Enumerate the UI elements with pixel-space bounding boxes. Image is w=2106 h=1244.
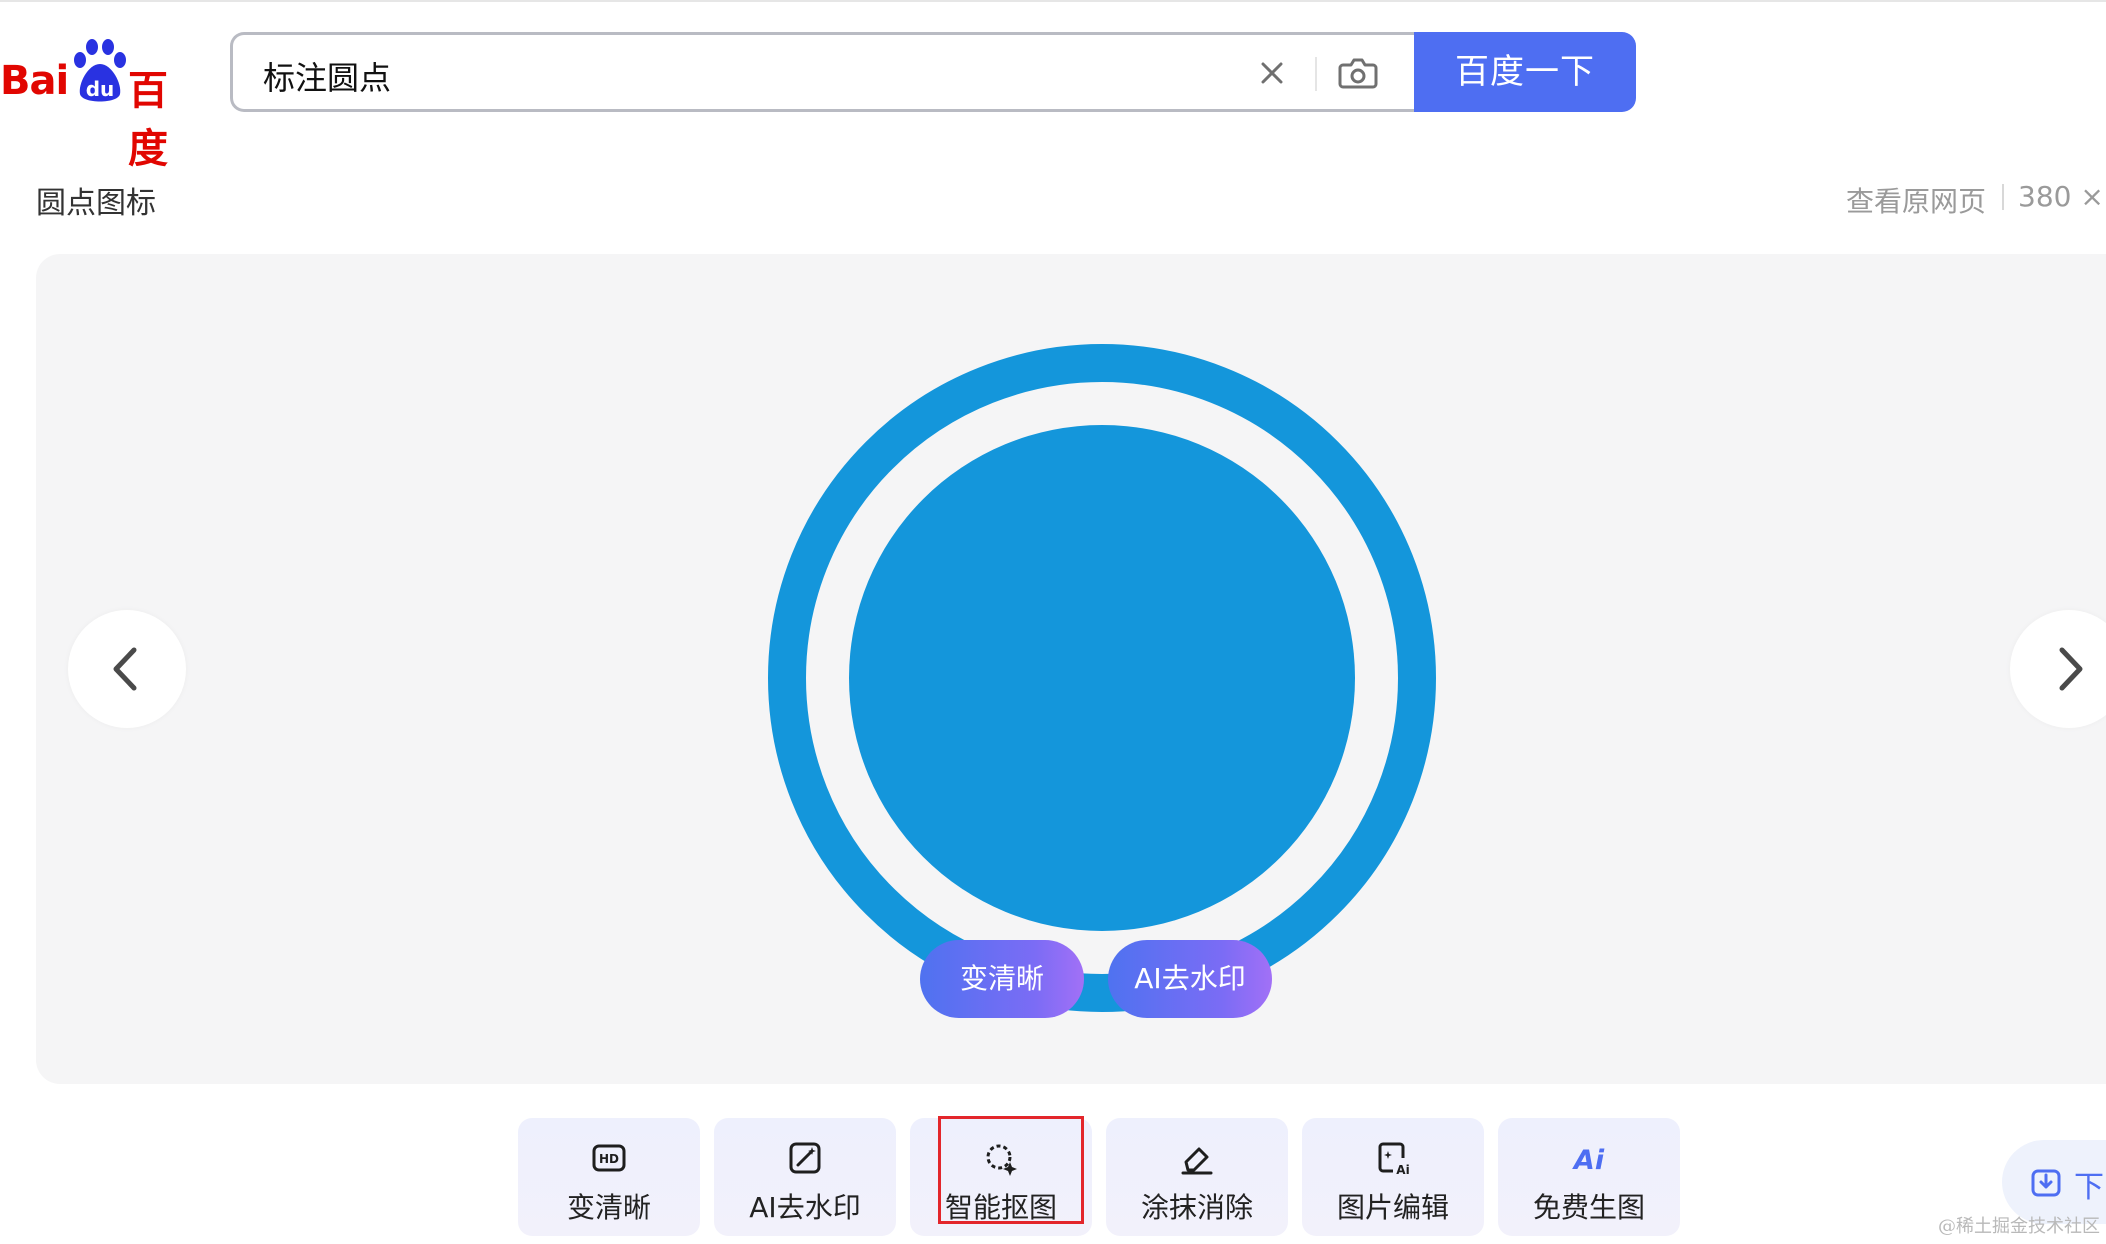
annotation-highlight-box [938, 1116, 1084, 1224]
eraser-icon [1181, 1147, 1213, 1175]
baidu-logo[interactable]: Bai du 百度 [0, 36, 200, 172]
search-divider [1315, 57, 1317, 91]
next-image-button[interactable] [2010, 610, 2106, 728]
chevron-right-icon [2059, 647, 2083, 691]
tool-image-edit[interactable]: Ai 图片编辑 [1302, 1118, 1484, 1236]
tool-label: 涂抹消除 [1140, 1191, 1253, 1224]
view-source-link[interactable]: 查看原网页 [1846, 180, 1986, 220]
paw-icon: du [74, 39, 126, 102]
watermark-text: @稀土掘金技术社区 [1938, 1216, 2100, 1237]
image-title: 圆点图标 [36, 186, 156, 221]
svg-text:Ai: Ai [1572, 1145, 1605, 1176]
image-viewer: 变清晰 AI去水印 [36, 254, 2106, 1084]
search-input[interactable]: 标注圆点 [230, 32, 1417, 112]
top-border [0, 0, 2106, 2]
tool-free-generate[interactable]: Ai 免费生图 [1498, 1118, 1680, 1236]
search-query-text: 标注圆点 [263, 59, 392, 97]
tool-label: 图片编辑 [1336, 1191, 1449, 1224]
overlay-enhance-button[interactable]: 变清晰 [920, 940, 1084, 1018]
image-dimensions: 380 × [2018, 180, 2104, 213]
tool-enhance[interactable]: HD 变清晰 [518, 1118, 700, 1236]
hd-icon: HD [592, 1144, 626, 1172]
ai-generate-icon: Ai [1572, 1145, 1605, 1176]
tool-label: 免费生图 [1532, 1191, 1645, 1224]
tool-erase[interactable]: 涂抹消除 [1106, 1118, 1288, 1236]
clear-icon[interactable] [1248, 49, 1296, 97]
logo-paw-text: du [86, 77, 115, 101]
logo-latin-text: Bai [0, 58, 69, 104]
overlay-remove-watermark-button[interactable]: AI去水印 [1108, 940, 1272, 1018]
tool-label: AI去水印 [749, 1191, 861, 1224]
svg-text:Ai: Ai [1396, 1163, 1409, 1177]
download-icon [2031, 1169, 2061, 1197]
tool-remove-watermark[interactable]: AI去水印 [714, 1118, 896, 1236]
logo-chinese-text: 百度 [128, 68, 168, 172]
preview-image [768, 344, 1436, 1012]
ai-image-edit-icon: Ai [1378, 1142, 1410, 1177]
previous-image-button[interactable] [68, 610, 186, 728]
tool-label: 变清晰 [566, 1191, 651, 1224]
camera-icon[interactable] [1333, 49, 1383, 97]
chevron-left-icon [113, 647, 137, 691]
search-bar: 标注圆点 百度一下 [230, 32, 1636, 112]
download-label: 下 [2074, 1170, 2104, 1205]
magic-wand-icon [789, 1142, 821, 1174]
search-button[interactable]: 百度一下 [1414, 32, 1636, 112]
svg-text:HD: HD [599, 1152, 619, 1166]
header-divider [2002, 184, 2004, 210]
